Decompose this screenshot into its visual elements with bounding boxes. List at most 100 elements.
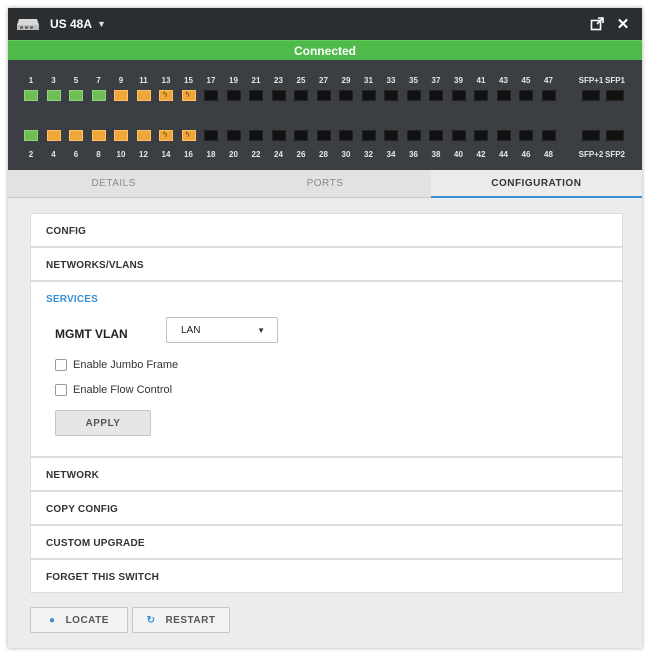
tab-configuration[interactable]: CONFIGURATION	[430, 170, 642, 198]
port-label: 44	[499, 150, 508, 159]
port-22[interactable]	[249, 130, 263, 141]
restart-label: RESTART	[165, 614, 216, 626]
port-label: 23	[274, 76, 283, 85]
port-14[interactable]	[159, 130, 173, 141]
title-bar: US 48A ▼ ✕	[8, 8, 642, 40]
port-label: 40	[454, 150, 463, 159]
locate-label: LOCATE	[65, 614, 109, 626]
port-6[interactable]	[69, 130, 83, 141]
port-label: 37	[431, 76, 441, 85]
flow-control-option[interactable]: Enable Flow Control	[55, 384, 172, 396]
sfp-port-sfp-plus-1[interactable]	[582, 90, 600, 101]
port-39[interactable]	[451, 90, 466, 101]
port-30[interactable]	[339, 130, 353, 141]
port-38[interactable]	[429, 130, 443, 141]
port-23[interactable]	[271, 90, 286, 101]
section-network[interactable]: NETWORK	[30, 457, 623, 491]
port-label: 48	[544, 150, 553, 159]
chevron-down-icon[interactable]: ▼	[97, 19, 106, 29]
port-27[interactable]	[316, 90, 331, 101]
port-40[interactable]	[451, 130, 466, 141]
port-35[interactable]	[406, 90, 421, 101]
tab-details[interactable]: DETAILS	[8, 170, 219, 197]
port-12[interactable]	[136, 130, 151, 141]
port-29[interactable]	[339, 90, 353, 101]
port-48[interactable]	[541, 130, 556, 141]
connection-status: Connected	[8, 40, 642, 60]
tab-ports[interactable]: PORTS	[219, 170, 430, 197]
port-label: 8	[96, 150, 101, 159]
section-title[interactable]: SERVICES	[46, 294, 98, 305]
port-3[interactable]	[46, 90, 61, 101]
chevron-down-icon: ▼	[257, 326, 265, 335]
restart-button[interactable]: ↻ RESTART	[132, 607, 230, 633]
device-name[interactable]: US 48A	[50, 17, 92, 31]
section-networks-vlans[interactable]: NETWORKS/VLANS	[30, 247, 623, 281]
port-label: 19	[229, 76, 238, 85]
port-42[interactable]	[474, 130, 488, 141]
port-1[interactable]	[24, 90, 38, 101]
port-47[interactable]	[541, 90, 556, 101]
port-21[interactable]	[249, 90, 263, 101]
jumbo-frame-label: Enable Jumbo Frame	[73, 359, 179, 371]
port-26[interactable]	[294, 130, 308, 141]
port-28[interactable]	[316, 130, 331, 141]
port-label: 2	[28, 150, 34, 159]
port-36[interactable]	[406, 130, 421, 141]
port-5[interactable]	[69, 90, 83, 101]
port-4[interactable]	[46, 130, 61, 141]
port-label: 20	[229, 150, 238, 159]
port-label: 10	[116, 150, 126, 159]
switch-icon	[17, 19, 39, 30]
mgmt-vlan-select[interactable]: LAN ▼	[166, 317, 278, 343]
port-17[interactable]	[204, 90, 218, 101]
port-44[interactable]	[496, 130, 511, 141]
port-46[interactable]	[519, 130, 533, 141]
port-41[interactable]	[474, 90, 488, 101]
sfp-port-sfp1[interactable]	[606, 90, 624, 101]
port-32[interactable]	[361, 130, 376, 141]
port-31[interactable]	[361, 90, 376, 101]
port-34[interactable]	[384, 130, 398, 141]
port-9[interactable]	[114, 90, 128, 101]
section-config[interactable]: CONFIG	[30, 213, 623, 247]
port-panel: 1357911131517192123252729313335373941434…	[8, 60, 642, 170]
port-45[interactable]	[519, 90, 533, 101]
port-37[interactable]	[429, 90, 443, 101]
port-15[interactable]	[181, 90, 196, 101]
port-19[interactable]	[226, 90, 241, 101]
restart-icon: ↻	[146, 614, 156, 626]
port-16[interactable]	[181, 130, 196, 141]
port-10[interactable]	[114, 130, 128, 141]
port-20[interactable]	[226, 130, 241, 141]
port-label: 12	[139, 150, 148, 159]
jumbo-frame-checkbox[interactable]	[55, 359, 67, 371]
section-forget-switch[interactable]: FORGET THIS SWITCH	[30, 559, 623, 593]
port-label: 31	[364, 76, 373, 85]
port-33[interactable]	[384, 90, 398, 101]
port-2[interactable]	[24, 130, 38, 141]
popout-icon[interactable]	[584, 11, 610, 37]
close-icon[interactable]: ✕	[610, 11, 636, 37]
port-label: 38	[431, 150, 441, 159]
sfp-port-sfp-plus-2[interactable]	[582, 130, 600, 141]
section-custom-upgrade[interactable]: CUSTOM UPGRADE	[30, 525, 623, 559]
section-copy-config[interactable]: COPY CONFIG	[30, 491, 623, 525]
jumbo-frame-option[interactable]: Enable Jumbo Frame	[55, 359, 178, 371]
apply-button[interactable]: APPLY	[55, 410, 151, 436]
port-7[interactable]	[91, 90, 106, 101]
port-label: 1	[28, 76, 34, 85]
sfp-port-sfp2[interactable]	[606, 130, 624, 141]
port-25[interactable]	[294, 90, 308, 101]
port-13[interactable]	[159, 90, 173, 101]
locate-button[interactable]: ● LOCATE	[30, 607, 128, 633]
port-8[interactable]	[91, 130, 106, 141]
port-11[interactable]	[136, 90, 151, 101]
flow-control-checkbox[interactable]	[55, 384, 67, 396]
port-24[interactable]	[271, 130, 286, 141]
port-label: 41	[476, 76, 486, 85]
port-43[interactable]	[496, 90, 511, 101]
footer-bar: ● LOCATE ↻ RESTART	[8, 595, 642, 648]
port-label: 22	[251, 150, 261, 159]
port-18[interactable]	[204, 130, 218, 141]
